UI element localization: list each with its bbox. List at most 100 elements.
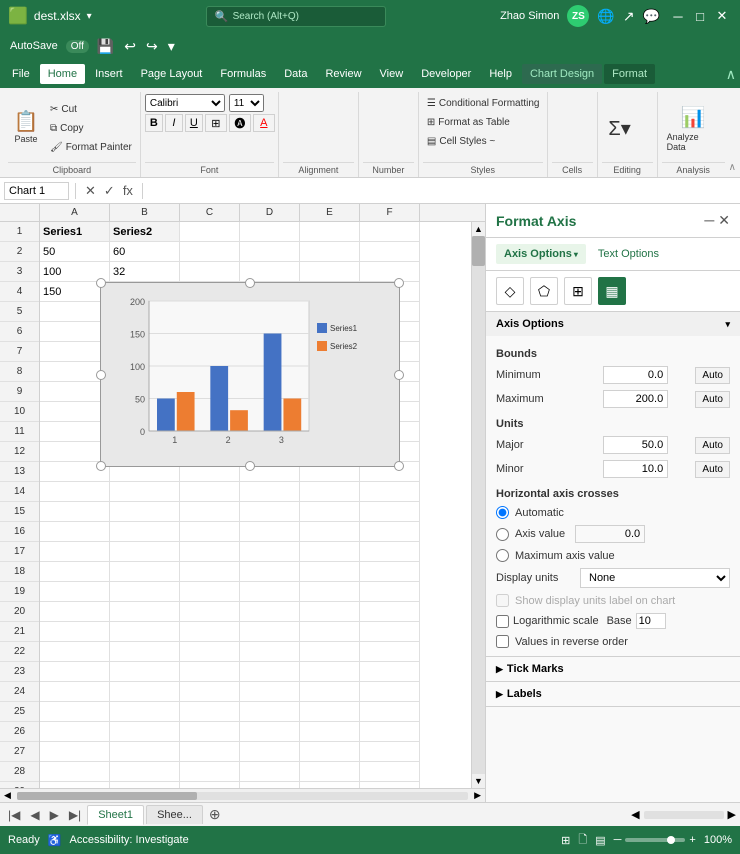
row-header-14[interactable]: 14 [0, 482, 39, 502]
row-header-20[interactable]: 20 [0, 602, 39, 622]
row-header-3[interactable]: 3 [0, 262, 39, 282]
sheet-nav-end[interactable]: ▶| [65, 808, 85, 822]
cell-E16[interactable] [300, 522, 360, 542]
scroll-thumb[interactable] [472, 236, 485, 266]
tab-axis-options[interactable]: Axis Options ▾ [496, 244, 586, 264]
display-units-select[interactable]: None [580, 568, 730, 588]
cell-D1[interactable] [240, 222, 300, 242]
row-header-27[interactable]: 27 [0, 742, 39, 762]
italic-button[interactable]: I [165, 114, 183, 132]
cell-B28[interactable] [110, 762, 180, 782]
col-header-b[interactable]: B [110, 204, 180, 221]
cell-E21[interactable] [300, 622, 360, 642]
row-header-4[interactable]: 4 [0, 282, 39, 302]
cell-A24[interactable] [40, 682, 110, 702]
maximum-input[interactable] [603, 390, 668, 408]
cell-A2[interactable]: 50 [40, 242, 110, 262]
cell-E19[interactable] [300, 582, 360, 602]
row-header-26[interactable]: 26 [0, 722, 39, 742]
autosave-state[interactable]: Off [66, 40, 89, 53]
menu-data[interactable]: Data [276, 64, 315, 84]
cell-C20[interactable] [180, 602, 240, 622]
zoom-track[interactable] [625, 838, 685, 842]
cell-A15[interactable] [40, 502, 110, 522]
panel-close-button[interactable]: ✕ [718, 212, 730, 229]
maximum-auto-button[interactable]: Auto [695, 391, 730, 408]
menu-help[interactable]: Help [481, 64, 520, 84]
cell-D17[interactable] [240, 542, 300, 562]
cell-D23[interactable] [240, 662, 300, 682]
add-sheet-button[interactable]: ⊕ [205, 806, 225, 823]
format-painter-button[interactable]: 🖌 Format Painter [46, 138, 136, 156]
cell-A25[interactable] [40, 702, 110, 722]
cell-B14[interactable] [110, 482, 180, 502]
cell-B26[interactable] [110, 722, 180, 742]
col-header-d[interactable]: D [240, 204, 300, 221]
panel-shape-icon-btn[interactable]: ⬠ [530, 277, 558, 305]
cell-F20[interactable] [360, 602, 420, 622]
sheet-nav-start[interactable]: |◀ [4, 808, 24, 822]
cell-A20[interactable] [40, 602, 110, 622]
sheet-scroll-right[interactable]: ▶ [728, 808, 736, 821]
chart-1[interactable]: 050100150200123Series1Series2 [100, 282, 400, 467]
cell-E28[interactable] [300, 762, 360, 782]
cell-F23[interactable] [360, 662, 420, 682]
cell-C1[interactable] [180, 222, 240, 242]
scroll-right-button[interactable]: ▶ [470, 790, 485, 801]
radio-max-axis[interactable] [496, 549, 509, 562]
cell-C16[interactable] [180, 522, 240, 542]
vertical-scrollbar[interactable]: ▲ ▼ [471, 222, 485, 788]
minimum-auto-button[interactable]: Auto [695, 367, 730, 384]
save-button[interactable]: 💾 [95, 36, 116, 57]
row-header-15[interactable]: 15 [0, 502, 39, 522]
cell-B27[interactable] [110, 742, 180, 762]
cell-D24[interactable] [240, 682, 300, 702]
autosave-toggle[interactable]: AutoSave [8, 38, 60, 54]
undo-button[interactable]: ↩ [122, 36, 138, 57]
cell-B25[interactable] [110, 702, 180, 722]
minor-input[interactable] [603, 460, 668, 478]
col-header-a[interactable]: A [40, 204, 110, 221]
cell-A22[interactable] [40, 642, 110, 662]
sheet-nav-next[interactable]: ▶ [46, 808, 63, 822]
ribbon-collapse-button[interactable]: ∧ [726, 66, 736, 83]
menu-insert[interactable]: Insert [87, 64, 131, 84]
cell-C23[interactable] [180, 662, 240, 682]
ribbon-expand-icon[interactable]: ∧ [729, 162, 736, 173]
borders-button[interactable]: ⊞ [205, 114, 227, 132]
cell-A23[interactable] [40, 662, 110, 682]
font-color-button[interactable]: A [253, 114, 275, 132]
chart-resize-left[interactable] [96, 370, 106, 380]
cell-A29[interactable] [40, 782, 110, 788]
row-header-19[interactable]: 19 [0, 582, 39, 602]
bold-button[interactable]: B [145, 114, 163, 132]
cell-D20[interactable] [240, 602, 300, 622]
cell-C3[interactable] [180, 262, 240, 282]
row-header-28[interactable]: 28 [0, 762, 39, 782]
cell-B29[interactable] [110, 782, 180, 788]
dropdown-arrow-icon[interactable]: ▾ [87, 11, 92, 22]
cell-E25[interactable] [300, 702, 360, 722]
panel-minimize-button[interactable]: ─ [704, 212, 714, 229]
cell-E1[interactable] [300, 222, 360, 242]
chart-resize-right[interactable] [394, 370, 404, 380]
cell-F1[interactable] [360, 222, 420, 242]
chart-resize-top-left[interactable] [96, 278, 106, 288]
cell-C21[interactable] [180, 622, 240, 642]
cell-B20[interactable] [110, 602, 180, 622]
panel-grid-icon-btn[interactable]: ⊞ [564, 277, 592, 305]
cell-E24[interactable] [300, 682, 360, 702]
cell-A1[interactable]: Series1 [40, 222, 110, 242]
redo-button[interactable]: ↪ [144, 36, 160, 57]
zoom-level[interactable]: 100% [704, 834, 732, 846]
cell-C25[interactable] [180, 702, 240, 722]
panel-bar-icon-btn[interactable]: ▦ [598, 277, 626, 305]
show-units-checkbox[interactable] [496, 594, 509, 607]
row-header-18[interactable]: 18 [0, 562, 39, 582]
row-header-22[interactable]: 22 [0, 642, 39, 662]
row-header-7[interactable]: 7 [0, 342, 39, 362]
cell-F18[interactable] [360, 562, 420, 582]
cell-D19[interactable] [240, 582, 300, 602]
cell-F2[interactable] [360, 242, 420, 262]
cell-D15[interactable] [240, 502, 300, 522]
